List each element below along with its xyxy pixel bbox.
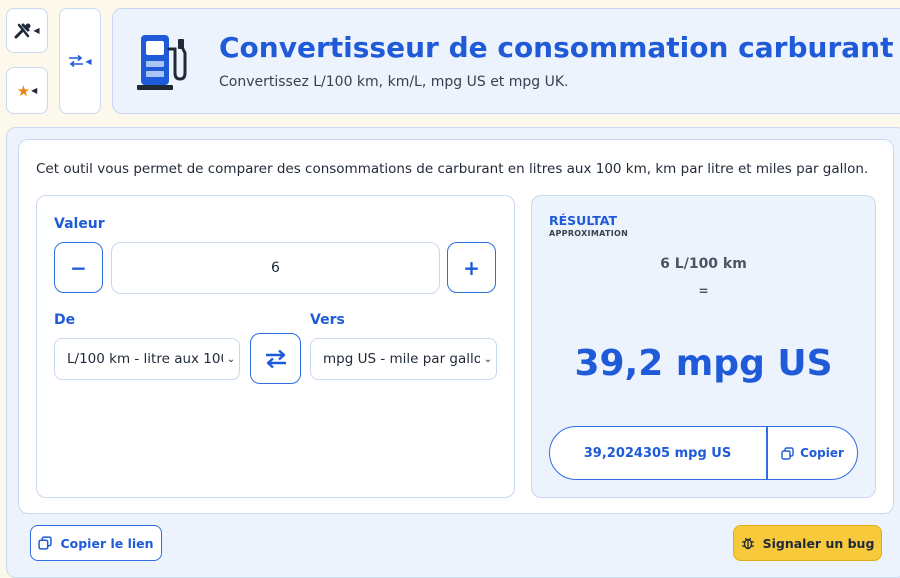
from-unit-select[interactable]: L/100 km - litre aux 100 km ⌄ (54, 338, 240, 380)
precise-result-value: 39,2024305 mpg US (583, 445, 732, 461)
decrement-button[interactable]: − (54, 242, 103, 293)
copy-result-label: Copier (800, 446, 844, 460)
copy-link-button[interactable]: Copier le lien (30, 525, 162, 561)
favorite-button[interactable]: ★ ◀ (6, 67, 48, 114)
swap-units-button[interactable] (250, 333, 301, 384)
page-subtitle: Convertissez L/100 km, km/L, mpg US et m… (219, 74, 569, 90)
from-unit-selected: L/100 km - litre aux 100 km (67, 351, 223, 367)
tools-button[interactable]: ◀ (6, 8, 48, 53)
to-unit-selected: mpg US - mile par gallon US (323, 351, 480, 367)
result-input-summary: 6 L/100 km (660, 256, 747, 272)
plus-icon: + (463, 255, 480, 280)
to-unit-select[interactable]: mpg US - mile par gallon US ⌄ (310, 338, 497, 380)
increment-button[interactable]: + (447, 242, 496, 293)
caret-left-icon: ◀ (31, 86, 38, 95)
chevron-down-icon: ⌄ (226, 353, 236, 365)
copy-result-button[interactable]: Copier (767, 426, 858, 480)
swap-arrows-icon (68, 55, 84, 67)
report-bug-button[interactable]: Signaler un bug (733, 525, 882, 561)
caret-left-icon: ◀ (85, 56, 92, 66)
value-input[interactable]: 6 (111, 242, 440, 294)
caret-left-icon: ◀ (33, 26, 40, 35)
chevron-down-icon: ⌄ (483, 353, 493, 365)
result-subtitle: APPROXIMATION (549, 229, 629, 238)
converter-switch-button[interactable]: ◀ (59, 8, 101, 114)
copy-icon (781, 446, 794, 460)
from-label: De (54, 312, 76, 328)
copy-link-label: Copier le lien (60, 535, 154, 551)
result-title: RÉSULTAT (549, 213, 617, 228)
page-title: Convertisseur de consommation carburant (219, 31, 894, 64)
to-label: Vers (310, 312, 345, 328)
value-label: Valeur (54, 216, 105, 232)
intro-text: Cet outil vous permet de comparer des co… (36, 161, 869, 177)
result-equals: = (698, 284, 709, 298)
fuel-pump-icon (135, 31, 199, 95)
result-value: 39,2 mpg US (574, 343, 833, 384)
value-text: 6 (271, 260, 280, 276)
copy-icon (38, 536, 53, 550)
tools-icon (14, 23, 32, 39)
bug-icon (741, 536, 755, 550)
header-card: Convertisseur de consommation carburant … (112, 8, 900, 114)
star-icon: ★ (16, 81, 31, 100)
swap-arrows-icon (264, 349, 288, 369)
minus-icon: − (70, 255, 87, 280)
report-bug-label: Signaler un bug (762, 535, 875, 551)
